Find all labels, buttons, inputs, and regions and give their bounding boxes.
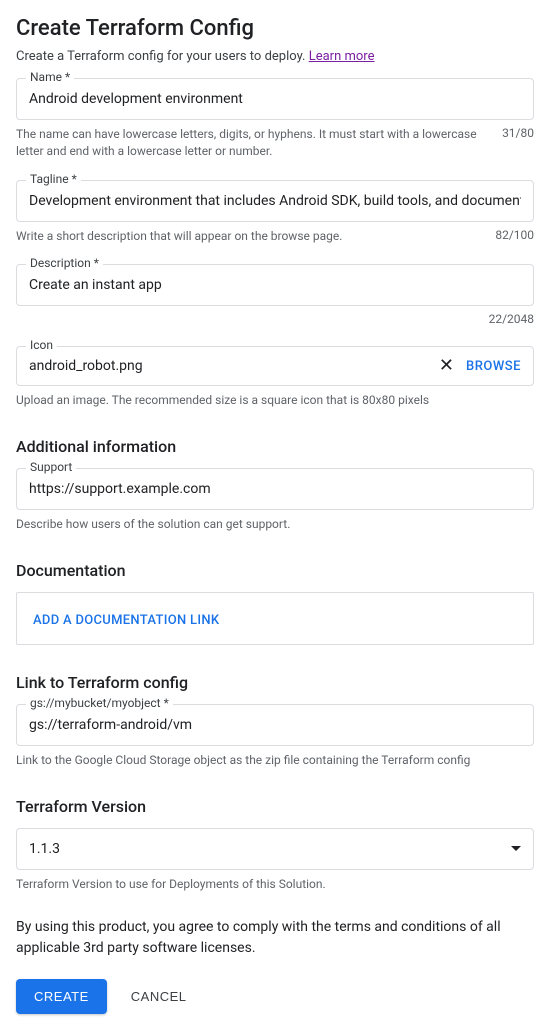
tagline-input[interactable] — [16, 180, 534, 222]
support-input[interactable] — [16, 468, 534, 510]
tagline-label: Tagline * — [26, 172, 81, 186]
documentation-title: Documentation — [16, 561, 534, 580]
name-field-wrap: Name * — [16, 78, 534, 120]
tagline-helper-row: Write a short description that will appe… — [16, 228, 534, 245]
close-icon[interactable]: ✕ — [439, 357, 454, 375]
icon-label: Icon — [26, 338, 57, 352]
description-count: 22/2048 — [489, 312, 534, 326]
browse-button[interactable]: BROWSE — [466, 359, 521, 374]
add-documentation-link-button[interactable]: ADD A DOCUMENTATION LINK — [33, 613, 219, 628]
page-title: Create Terraform Config — [16, 16, 534, 41]
version-select[interactable]: 1.1.3 — [16, 828, 534, 870]
name-count: 31/80 — [502, 126, 534, 160]
create-button[interactable]: CREATE — [16, 979, 107, 1014]
gcs-input[interactable] — [16, 704, 534, 746]
tagline-count: 82/100 — [495, 228, 534, 245]
version-helper: Terraform Version to use for Deployments… — [16, 876, 534, 893]
learn-more-link[interactable]: Learn more — [309, 49, 375, 64]
support-field-wrap: Support — [16, 468, 534, 510]
button-row: CREATE CANCEL — [16, 979, 534, 1014]
page-subtitle: Create a Terraform config for your users… — [16, 49, 534, 64]
additional-info-title: Additional information — [16, 437, 534, 456]
name-helper: The name can have lowercase letters, dig… — [16, 126, 490, 160]
icon-input[interactable] — [29, 358, 427, 374]
name-input[interactable] — [16, 78, 534, 120]
link-config-title: Link to Terraform config — [16, 673, 534, 692]
gcs-field-wrap: gs://mybucket/myobject * — [16, 704, 534, 746]
gcs-label: gs://mybucket/myobject * — [26, 696, 173, 710]
name-label: Name * — [26, 70, 74, 84]
description-input[interactable] — [16, 264, 534, 306]
support-label: Support — [26, 460, 76, 474]
icon-field-wrap: Icon ✕ BROWSE — [16, 346, 534, 386]
description-field-wrap: Description * — [16, 264, 534, 306]
description-helper — [16, 312, 477, 326]
tagline-helper: Write a short description that will appe… — [16, 228, 483, 245]
gcs-helper: Link to the Google Cloud Storage object … — [16, 752, 534, 769]
documentation-box: ADD A DOCUMENTATION LINK — [16, 592, 534, 645]
chevron-down-icon — [511, 846, 521, 851]
agreement-text: By using this product, you agree to comp… — [16, 917, 534, 959]
support-helper: Describe how users of the solution can g… — [16, 516, 534, 533]
tagline-field-wrap: Tagline * — [16, 180, 534, 222]
version-value: 1.1.3 — [29, 841, 60, 857]
name-helper-row: The name can have lowercase letters, dig… — [16, 126, 534, 160]
description-helper-row: 22/2048 — [16, 312, 534, 326]
icon-field-inner: ✕ BROWSE — [16, 346, 534, 386]
description-label: Description * — [26, 256, 103, 270]
cancel-button[interactable]: CANCEL — [123, 979, 195, 1014]
subtitle-text: Create a Terraform config for your users… — [16, 49, 309, 64]
version-title: Terraform Version — [16, 797, 534, 816]
icon-helper: Upload an image. The recommended size is… — [16, 392, 534, 409]
